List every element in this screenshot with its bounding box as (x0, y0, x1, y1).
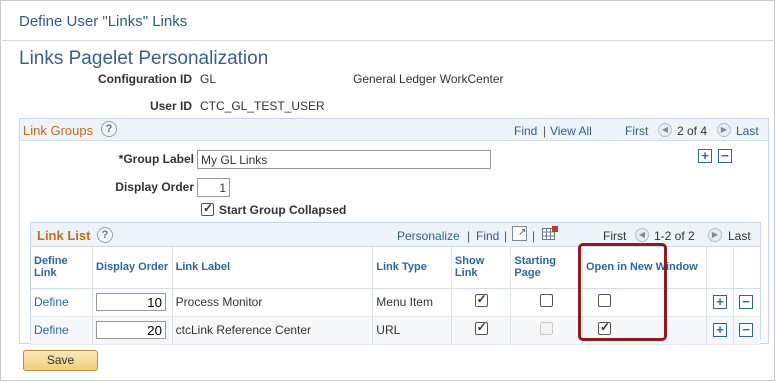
page-title: Links Pagelet Personalization (19, 48, 269, 69)
link-type-cell: Menu Item (372, 288, 452, 317)
page-frame: Define User "Links" Links Links Pagelet … (0, 0, 775, 381)
starting-page-checkbox[interactable] (540, 294, 554, 307)
add-group-button[interactable]: + (698, 149, 712, 163)
display-order-input[interactable] (197, 178, 230, 197)
display-order-caption: Display Order (115, 180, 194, 194)
add-cell: + (706, 288, 735, 317)
personalize-link[interactable]: Personalize (397, 229, 460, 243)
define-link[interactable]: Define (31, 316, 93, 345)
col-link-type: Link Type (372, 247, 452, 289)
link-list-last-label: Last (728, 229, 751, 243)
user-id-value: CTC_GL_TEST_USER (200, 99, 325, 113)
display-order-input[interactable] (96, 321, 166, 339)
link-groups-header: Link Groups ? Find | View All First ◀ 2 … (20, 119, 768, 141)
col-define-link: Define Link (31, 247, 93, 289)
save-button[interactable]: Save (23, 350, 98, 371)
display-order-input[interactable] (96, 293, 166, 311)
col-add (706, 247, 735, 289)
group-label-input[interactable] (197, 150, 491, 169)
delete-row-button[interactable]: − (739, 294, 754, 309)
nav-separator: | (504, 229, 508, 243)
download-grid-icon[interactable] (542, 226, 558, 241)
col-delete (733, 247, 760, 289)
link-groups-last-link[interactable]: Last (736, 124, 759, 138)
display-order-cell (92, 316, 173, 345)
link-list-find-link[interactable]: Find (476, 229, 499, 243)
col-starting-page: Starting Page (510, 247, 583, 289)
nav-separator: | (532, 229, 536, 243)
starting-page-checkbox (540, 322, 554, 335)
link-list-count: 1-2 of 2 (654, 229, 695, 243)
configuration-id-label: Configuration ID (98, 72, 192, 86)
configuration-id-value: GL (200, 72, 217, 86)
open-new-window-highlight (578, 243, 667, 341)
col-link-label: Link Label (172, 247, 374, 289)
link-groups-count: 2 of 4 (677, 124, 708, 138)
prev-arrow-icon[interactable]: ◀ (635, 228, 649, 242)
link-groups-first-link[interactable]: First (625, 124, 648, 138)
start-collapsed-label: Start Group Collapsed (219, 203, 347, 217)
nav-separator: | (543, 124, 547, 138)
link-type-cell: URL (372, 316, 452, 345)
next-arrow-icon[interactable]: ▶ (717, 123, 731, 137)
col-show-link: Show Link (451, 247, 512, 289)
col-display-order: Display Order (92, 247, 173, 289)
starting-page-cell (510, 316, 583, 345)
starting-page-cell (510, 288, 583, 317)
add-row-button[interactable]: + (713, 294, 727, 309)
new-window-icon[interactable]: ↗ (512, 226, 527, 241)
define-link[interactable]: Define (31, 288, 93, 317)
link-groups-title: Link Groups (23, 123, 94, 138)
delete-row-button[interactable]: − (739, 322, 754, 337)
show-link-checkbox[interactable] (474, 292, 488, 307)
help-icon[interactable]: ? (101, 121, 117, 137)
show-link-checkbox[interactable] (474, 320, 488, 335)
delete-cell: − (733, 288, 760, 317)
nav-separator: | (467, 229, 471, 243)
window-title: Define User "Links" Links (19, 13, 188, 30)
link-list-first-label: First (603, 229, 627, 243)
link-label-cell: Process Monitor (172, 288, 374, 317)
show-link-cell (451, 288, 512, 317)
title-divider (2, 40, 775, 41)
link-list-title: Link List (37, 228, 91, 243)
configuration-description: General Ledger WorkCenter (353, 72, 504, 86)
display-order-cell (92, 288, 173, 317)
start-collapsed-checkbox[interactable] (201, 201, 214, 216)
prev-arrow-icon[interactable]: ◀ (658, 123, 672, 137)
help-icon[interactable]: ? (97, 227, 113, 243)
show-link-cell (451, 316, 512, 345)
link-groups-view-all-link[interactable]: View All (550, 124, 592, 138)
group-label-caption: *Group Label (118, 152, 194, 166)
link-label-cell: ctcLink Reference Center (172, 316, 374, 345)
add-row-button[interactable]: + (713, 322, 727, 337)
delete-group-button[interactable]: − (718, 149, 732, 163)
link-groups-find-link[interactable]: Find (514, 124, 537, 138)
user-id-label: User ID (149, 99, 192, 113)
delete-cell: − (733, 316, 760, 345)
add-cell: + (706, 316, 735, 345)
next-arrow-icon[interactable]: ▶ (708, 228, 722, 242)
